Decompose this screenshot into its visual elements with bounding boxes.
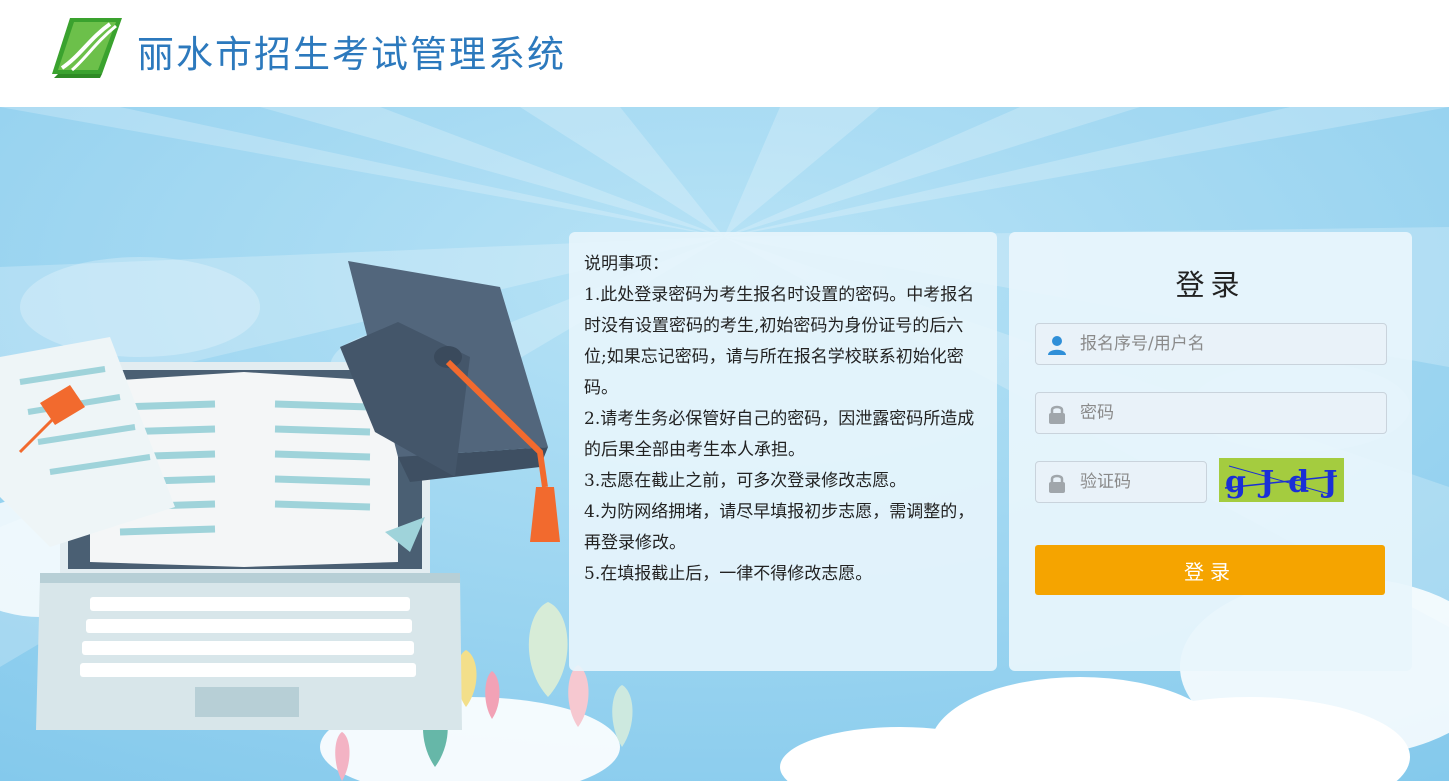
login-title: 登录 <box>1175 268 1246 302</box>
captcha-graphic: gJdJ <box>1224 465 1344 500</box>
notice-item: 3.志愿在截止之前，可多次登录修改志愿。 <box>584 471 907 491</box>
login-panel: 登录 gJdJ 登录 <box>1009 232 1412 671</box>
book-logo-icon <box>52 18 122 78</box>
lock-icon <box>1049 474 1065 493</box>
captcha-field[interactable] <box>1035 461 1207 503</box>
username-field[interactable] <box>1035 323 1387 365</box>
lock-icon <box>1049 405 1065 424</box>
site-header: 丽水市招生考试管理系统 <box>0 0 1449 107</box>
notice-item: 2.请考生务必保管好自己的密码，因泄露密码所造成的后果全部由考生本人承担。 <box>584 409 975 460</box>
captcha-text: gJdJ <box>1225 465 1344 500</box>
password-field[interactable] <box>1035 392 1387 434</box>
user-icon <box>1048 336 1066 355</box>
captcha-input[interactable] <box>1080 462 1200 502</box>
notice-panel: 说明事项： 1.此处登录密码为考生报名时设置的密码。中考报名时没有设置密码的考生… <box>569 232 997 671</box>
password-input[interactable] <box>1080 393 1380 433</box>
notice-item: 4.为防网络拥堵，请尽早填报初步志愿，需调整的，再登录修改。 <box>584 502 975 553</box>
notice-item: 5.在填报截止后，一律不得修改志愿。 <box>584 564 873 584</box>
login-button[interactable]: 登录 <box>1035 545 1385 595</box>
site-title: 丽水市招生考试管理系统 <box>137 33 566 76</box>
username-input[interactable] <box>1080 324 1380 364</box>
captcha-image[interactable]: gJdJ <box>1219 458 1344 502</box>
notice-heading: 说明事项： <box>584 254 669 274</box>
notice-item: 1.此处登录密码为考生报名时设置的密码。中考报名时没有设置密码的考生,初始密码为… <box>584 285 975 398</box>
